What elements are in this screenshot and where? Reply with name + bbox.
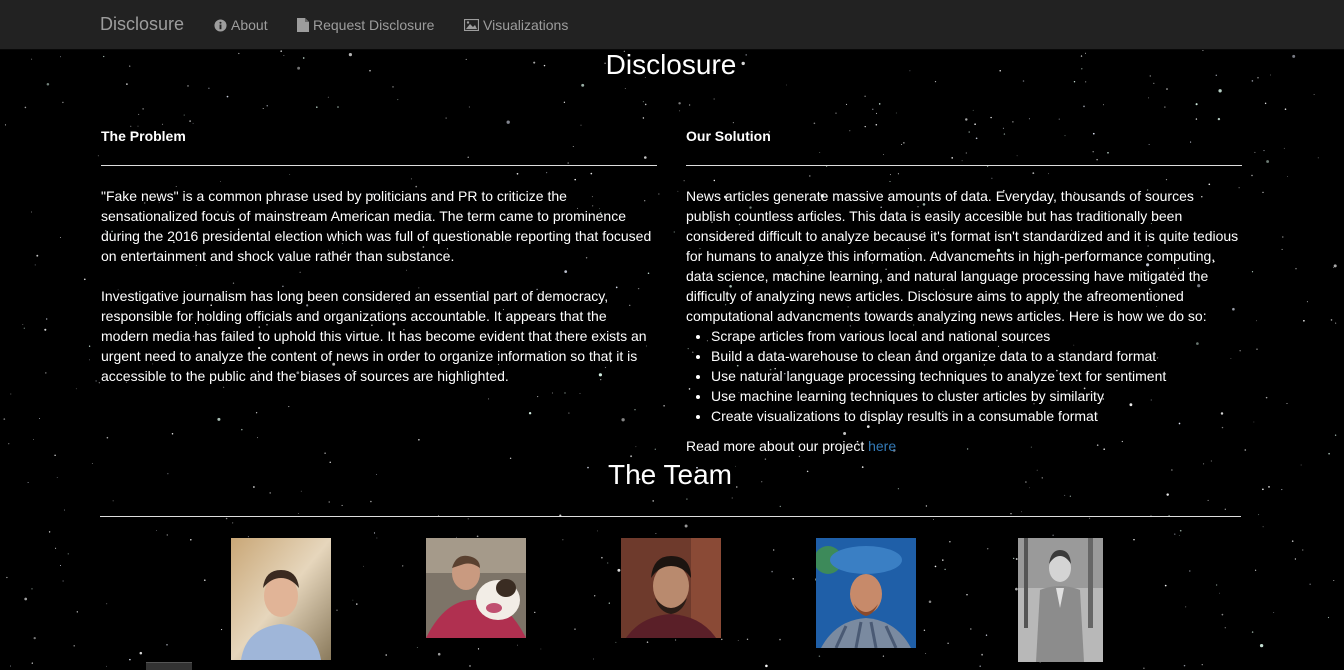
problem-heading: The Problem <box>101 128 186 144</box>
solution-steps-list: Scrape articles from various local and n… <box>686 326 1242 426</box>
list-item: Scrape articles from various local and n… <box>711 326 1242 346</box>
page-title: Disclosure <box>605 49 737 80</box>
navbar: Disclosure About Request Disclosure Visu… <box>0 0 1344 50</box>
brand-link[interactable]: Disclosure <box>100 14 184 35</box>
problem-paragraph-2: Investigative journalism has long been c… <box>101 288 647 384</box>
nav-visualizations[interactable]: Visualizations <box>464 17 568 33</box>
team-photo-3 <box>621 538 721 638</box>
team-photo-5 <box>1018 538 1103 662</box>
nav-about-label: About <box>231 17 268 33</box>
team-photo-4 <box>816 538 916 648</box>
team-divider <box>100 516 1241 517</box>
team-photo-2 <box>426 538 526 638</box>
problem-column: The Problem "Fake news" is a common phra… <box>101 126 657 406</box>
list-item: Build a data-warehouse to clean and orga… <box>711 346 1242 366</box>
read-more-label: Read more about our project <box>686 438 869 454</box>
problem-divider <box>101 165 657 166</box>
solution-divider <box>686 165 1242 166</box>
file-icon <box>297 18 309 32</box>
solution-column: Our Solution News articles generate mass… <box>686 126 1242 456</box>
team-photo-1 <box>231 538 331 660</box>
problem-paragraph-1: "Fake news" is a common phrase used by p… <box>101 188 652 264</box>
team-title: The Team <box>608 459 732 490</box>
list-item: Create visualizations to display results… <box>711 406 1242 426</box>
solution-heading: Our Solution <box>686 128 771 144</box>
main-content: Disclosure The Problem "Fake news" is a … <box>0 0 1344 670</box>
nav-request-disclosure-label: Request Disclosure <box>313 17 435 33</box>
list-item: Use natural language processing techniqu… <box>711 366 1242 386</box>
list-item: Use machine learning techniques to clust… <box>711 386 1242 406</box>
solution-paragraph: News articles generate massive amounts o… <box>686 188 1239 324</box>
nav-visualizations-label: Visualizations <box>483 17 569 33</box>
picture-icon <box>464 19 479 31</box>
nav-request-disclosure[interactable]: Request Disclosure <box>297 17 434 33</box>
nav-about[interactable]: About <box>214 17 268 33</box>
info-circle-icon <box>214 18 227 32</box>
read-more-text: Read more about our project here <box>686 436 1242 456</box>
read-more-link[interactable]: here <box>868 438 896 454</box>
